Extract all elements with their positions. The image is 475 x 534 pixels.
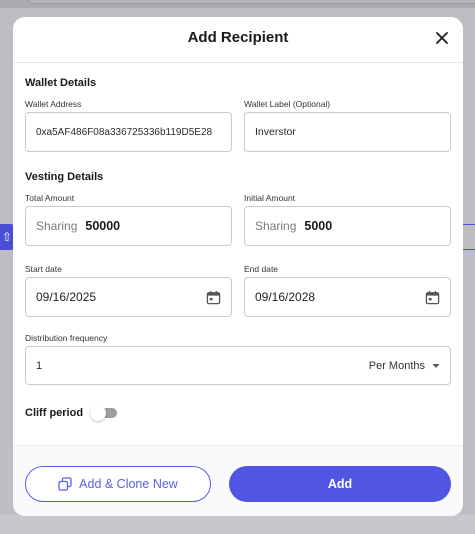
modal-body: Wallet Details Wallet Address 0xa5AF486F… bbox=[13, 63, 463, 445]
total-amount-input[interactable]: Sharing 50000 bbox=[25, 206, 232, 246]
cliff-period-label: Cliff period bbox=[25, 407, 84, 419]
background-side-tab: ⇧ bbox=[0, 224, 14, 250]
end-date-input[interactable]: 09/16/2028 bbox=[244, 277, 451, 317]
start-date-input[interactable]: 09/16/2025 bbox=[25, 277, 232, 317]
add-button[interactable]: Add bbox=[229, 466, 451, 502]
wallet-address-input[interactable]: 0xa5AF486F08a336725336b119D5E28 bbox=[25, 112, 232, 152]
initial-amount-prefix: Sharing bbox=[255, 219, 297, 233]
wallet-address-label: Wallet Address bbox=[25, 99, 82, 109]
cliff-period-row: Cliff period bbox=[25, 405, 118, 421]
add-clone-new-label: Add & Clone New bbox=[79, 477, 178, 491]
initial-amount-input[interactable]: Sharing 5000 bbox=[244, 206, 451, 246]
close-icon bbox=[436, 31, 448, 44]
wallet-address-value: 0xa5AF486F08a336725336b119D5E28 bbox=[36, 126, 213, 138]
arrow-up-icon: ⇧ bbox=[1, 230, 13, 244]
wallet-label-value: Inverstor bbox=[255, 126, 296, 138]
wallet-label-label: Wallet Label (Optional) bbox=[244, 99, 331, 109]
frequency-value: 1 bbox=[36, 359, 43, 372]
total-amount-label: Total Amount bbox=[25, 193, 75, 203]
close-button[interactable] bbox=[431, 28, 453, 50]
initial-amount-label: Initial Amount bbox=[244, 193, 296, 203]
modal-header: Add Recipient bbox=[13, 17, 463, 63]
background-page-card bbox=[28, 0, 475, 4]
end-date-label: End date bbox=[244, 264, 279, 274]
wallet-details-heading: Wallet Details bbox=[25, 77, 97, 89]
wallet-label-input[interactable]: Inverstor bbox=[244, 112, 451, 152]
calendar-icon[interactable] bbox=[206, 290, 221, 305]
add-recipient-modal: Add Recipient Wallet Details Wallet Addr… bbox=[13, 17, 463, 516]
chevron-down-icon bbox=[432, 363, 440, 368]
frequency-unit-select[interactable]: Per Months bbox=[369, 360, 440, 372]
start-date-value: 09/16/2025 bbox=[36, 290, 97, 304]
modal-title: Add Recipient bbox=[187, 29, 289, 46]
total-amount-prefix: Sharing bbox=[36, 219, 78, 233]
distribution-frequency-input[interactable]: 1 Per Months bbox=[25, 346, 451, 385]
distribution-frequency-label: Distribution frequency bbox=[25, 333, 108, 343]
cliff-period-toggle[interactable] bbox=[90, 405, 118, 421]
add-clone-new-button[interactable]: Add & Clone New bbox=[25, 466, 211, 502]
background-tab-outline bbox=[462, 224, 475, 250]
total-amount-value: 50000 bbox=[85, 219, 121, 233]
copy-icon bbox=[58, 477, 72, 491]
vesting-details-heading: Vesting Details bbox=[25, 171, 104, 183]
background-page-footer bbox=[0, 515, 475, 534]
modal-footer: Add & Clone New Add bbox=[13, 445, 463, 516]
initial-amount-value: 5000 bbox=[304, 219, 333, 233]
toggle-knob bbox=[90, 405, 107, 421]
start-date-label: Start date bbox=[25, 264, 62, 274]
calendar-icon[interactable] bbox=[425, 290, 440, 305]
frequency-unit-value: Per Months bbox=[368, 359, 425, 372]
end-date-value: 09/16/2028 bbox=[255, 290, 316, 304]
